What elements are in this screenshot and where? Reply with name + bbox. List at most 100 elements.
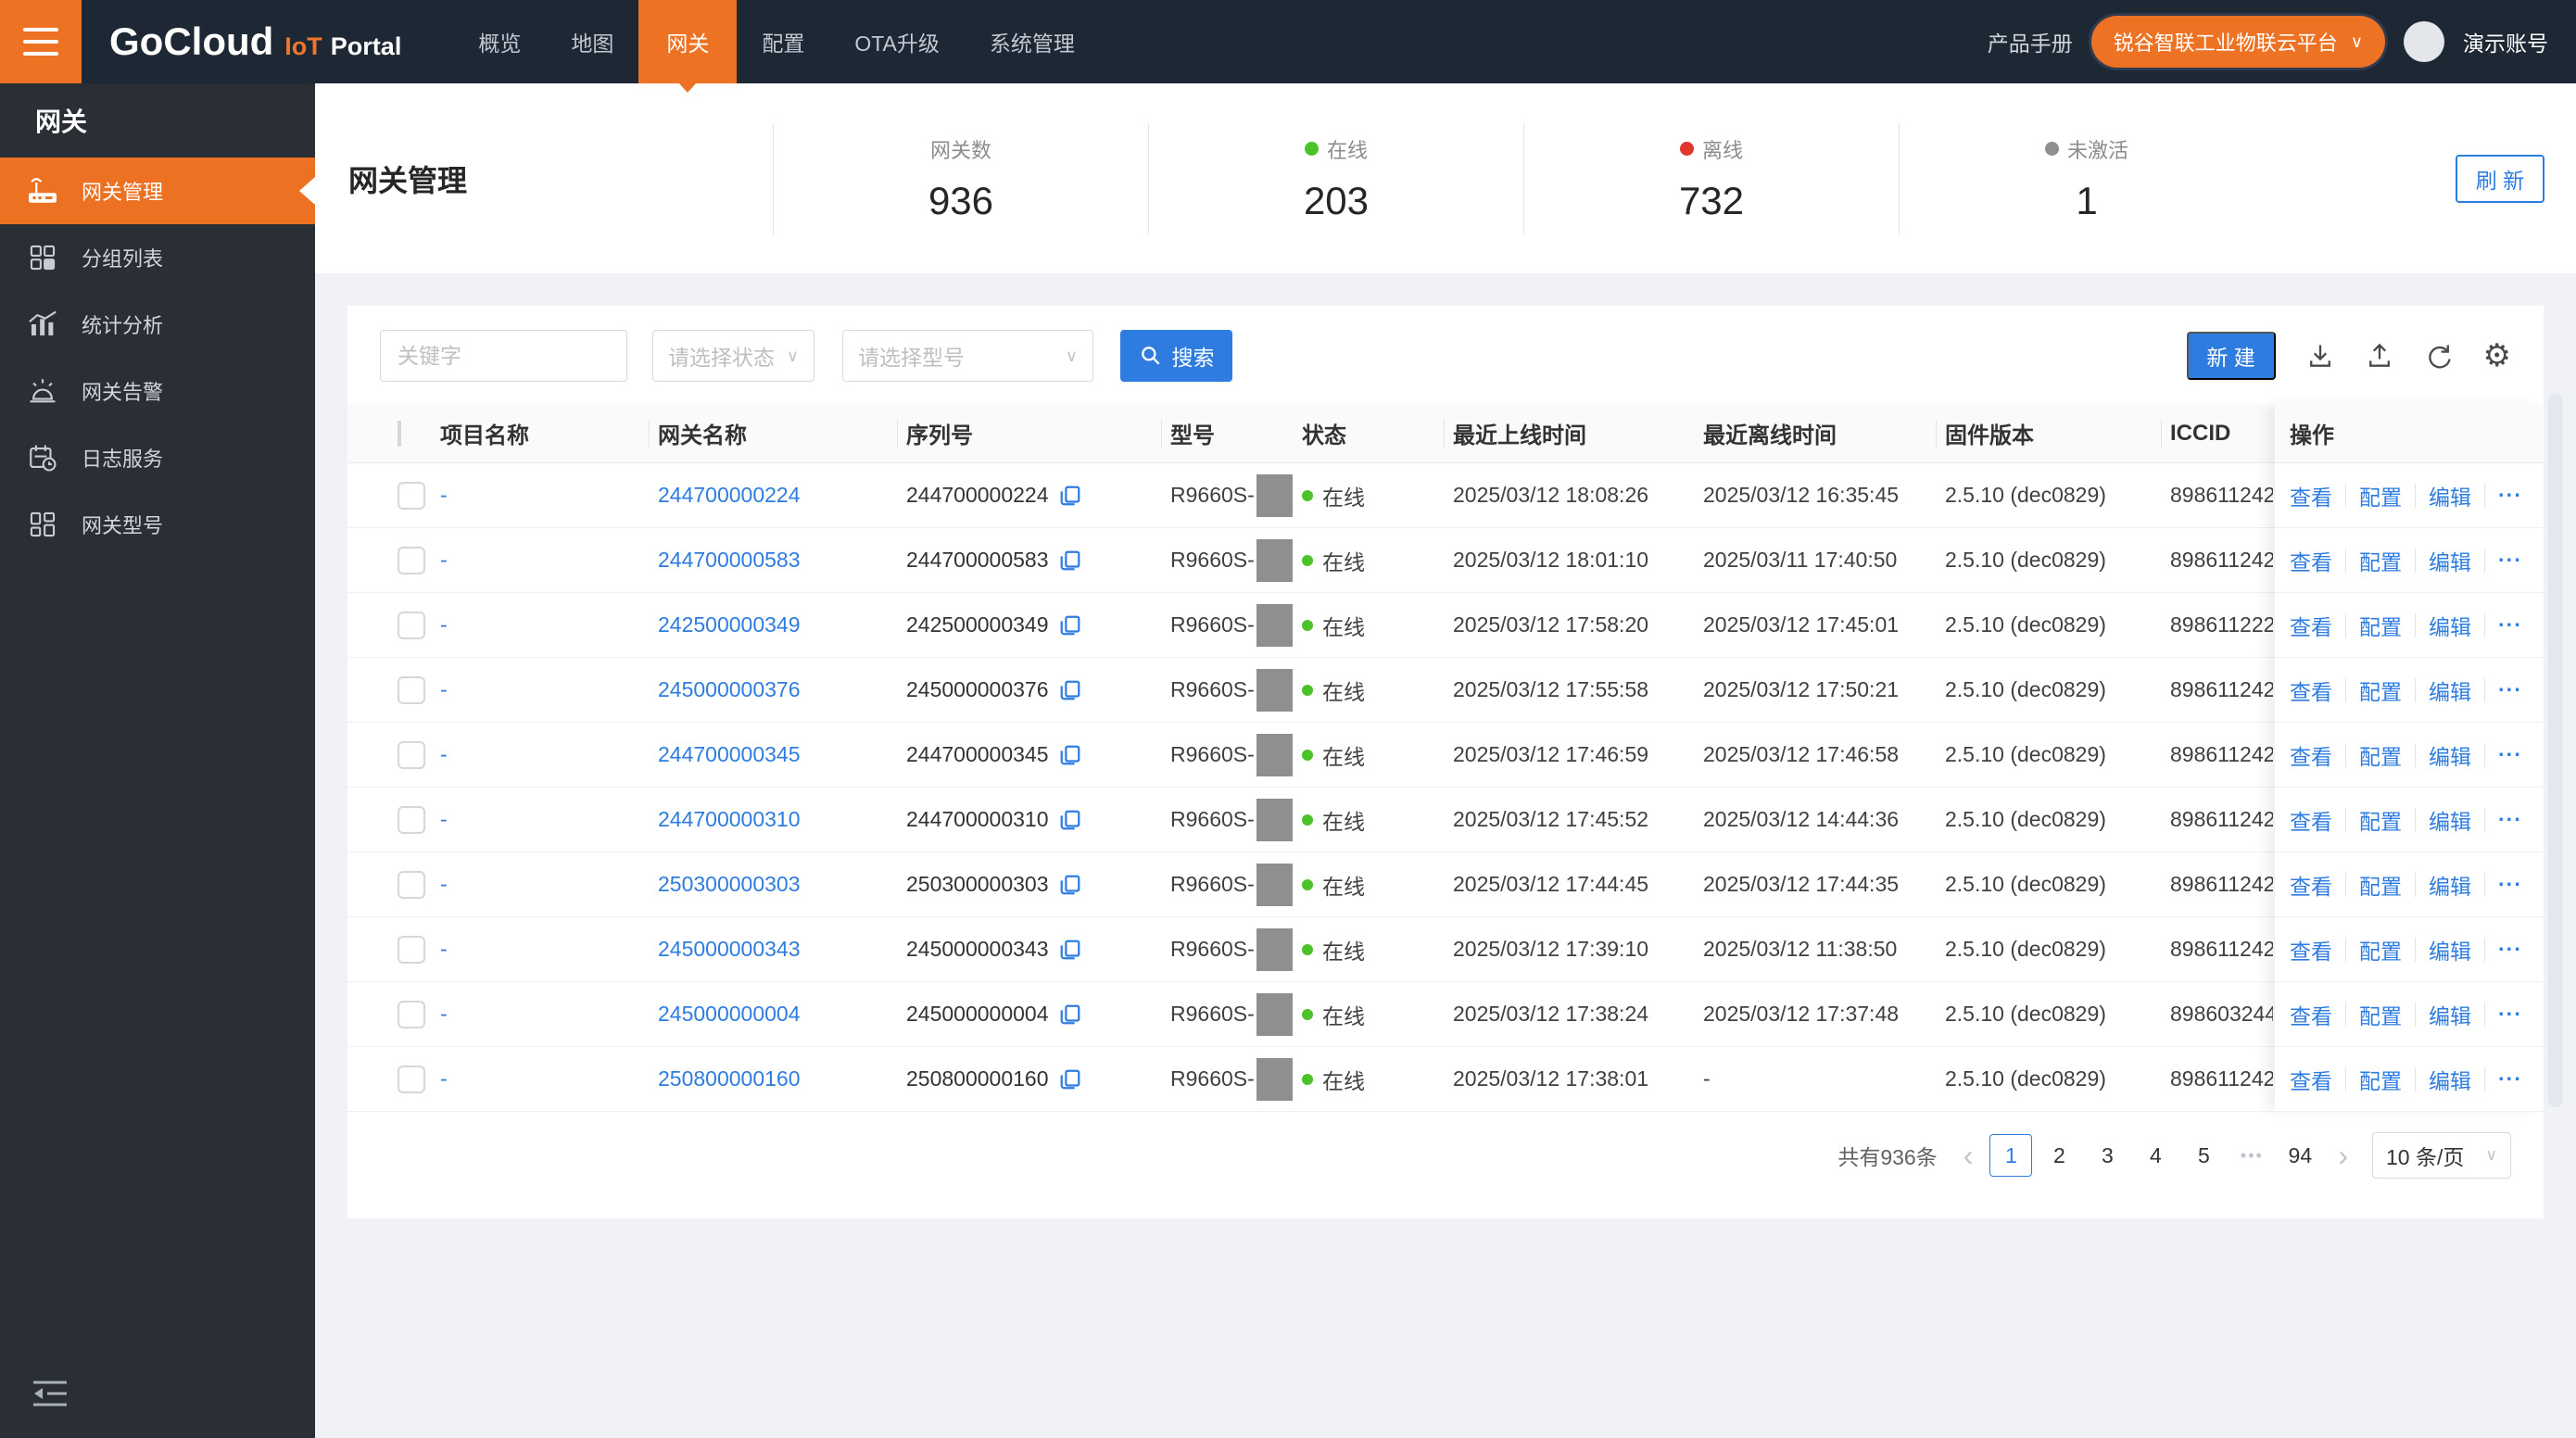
upload-icon[interactable]	[2365, 341, 2394, 371]
copy-icon[interactable]	[1058, 938, 1082, 962]
row-checkbox[interactable]	[398, 1000, 425, 1028]
next-page-icon[interactable]: ›	[2330, 1141, 2355, 1170]
edit-link[interactable]: 编辑	[2429, 869, 2471, 901]
prev-page-icon[interactable]: ‹	[1956, 1141, 1981, 1170]
copy-icon[interactable]	[1058, 1067, 1082, 1091]
row-checkbox[interactable]	[398, 611, 425, 639]
row-checkbox[interactable]	[398, 675, 425, 704]
nav-item-map[interactable]: 地图	[546, 0, 638, 83]
sidebar-item-group-list[interactable]: 分组列表	[0, 224, 315, 291]
nav-item-ota-upgrade[interactable]: OTA升级	[829, 0, 965, 83]
sidebar-collapse-icon[interactable]	[32, 1378, 69, 1414]
more-actions-icon[interactable]: ···	[2498, 1002, 2522, 1027]
gateway-name-link[interactable]: 250800000160	[658, 1066, 801, 1091]
config-link[interactable]: 配置	[2359, 869, 2402, 901]
edit-link[interactable]: 编辑	[2429, 1064, 2471, 1095]
edit-link[interactable]: 编辑	[2429, 610, 2471, 641]
download-icon[interactable]	[2305, 341, 2335, 371]
config-link[interactable]: 配置	[2359, 934, 2402, 965]
sidebar-item-statistics[interactable]: 统计分析	[0, 291, 315, 358]
edit-link[interactable]: 编辑	[2429, 739, 2471, 771]
nav-item-config[interactable]: 配置	[737, 0, 829, 83]
copy-icon[interactable]	[1058, 678, 1082, 702]
page-number[interactable]: 94	[2279, 1134, 2321, 1177]
more-actions-icon[interactable]: ···	[2498, 548, 2522, 573]
page-number[interactable]: 3	[2086, 1134, 2128, 1177]
view-link[interactable]: 查看	[2290, 1064, 2332, 1095]
view-link[interactable]: 查看	[2290, 999, 2332, 1030]
refresh-button[interactable]: 刷 新	[2456, 154, 2544, 203]
edit-link[interactable]: 编辑	[2429, 545, 2471, 576]
status-select[interactable]: 请选择状态 ∨	[652, 330, 814, 382]
platform-selector[interactable]: 锐谷智联工业物联云平台 ∨	[2090, 16, 2385, 68]
config-link[interactable]: 配置	[2359, 999, 2402, 1030]
hamburger-menu-icon[interactable]	[0, 0, 82, 83]
gateway-name-link[interactable]: 245000000004	[658, 1002, 801, 1027]
copy-icon[interactable]	[1058, 873, 1082, 897]
select-all-checkbox[interactable]	[398, 420, 401, 447]
more-actions-icon[interactable]: ···	[2498, 807, 2522, 832]
copy-icon[interactable]	[1058, 549, 1082, 573]
page-number[interactable]: 2	[2038, 1134, 2080, 1177]
gateway-name-link[interactable]: 244700000224	[658, 483, 801, 508]
config-link[interactable]: 配置	[2359, 739, 2402, 771]
view-link[interactable]: 查看	[2290, 869, 2332, 901]
vertical-scrollbar[interactable]	[2548, 394, 2563, 1107]
config-link[interactable]: 配置	[2359, 480, 2402, 511]
page-number[interactable]: 5	[2182, 1134, 2225, 1177]
view-link[interactable]: 查看	[2290, 675, 2332, 706]
config-link[interactable]: 配置	[2359, 1064, 2402, 1095]
copy-icon[interactable]	[1058, 808, 1082, 832]
keyword-input[interactable]	[380, 330, 627, 382]
refresh-icon[interactable]	[2424, 341, 2454, 371]
gateway-name-link[interactable]: 245000000376	[658, 677, 801, 702]
row-checkbox[interactable]	[398, 935, 425, 964]
row-checkbox[interactable]	[398, 1065, 425, 1093]
avatar[interactable]	[2404, 21, 2444, 62]
view-link[interactable]: 查看	[2290, 610, 2332, 641]
sidebar-item-gateway-management[interactable]: 网关管理	[0, 158, 315, 224]
edit-link[interactable]: 编辑	[2429, 480, 2471, 511]
row-checkbox[interactable]	[398, 481, 425, 510]
more-actions-icon[interactable]: ···	[2498, 1066, 2522, 1091]
search-button[interactable]: 搜索	[1120, 330, 1232, 382]
edit-link[interactable]: 编辑	[2429, 934, 2471, 965]
config-link[interactable]: 配置	[2359, 804, 2402, 836]
view-link[interactable]: 查看	[2290, 480, 2332, 511]
more-actions-icon[interactable]: ···	[2498, 872, 2522, 897]
more-actions-icon[interactable]: ···	[2498, 742, 2522, 767]
view-link[interactable]: 查看	[2290, 739, 2332, 771]
gateway-name-link[interactable]: 250300000303	[658, 872, 801, 897]
gateway-name-link[interactable]: 244700000583	[658, 548, 801, 573]
config-link[interactable]: 配置	[2359, 545, 2402, 576]
create-button[interactable]: 新 建	[2186, 332, 2276, 380]
row-checkbox[interactable]	[398, 870, 425, 899]
gateway-name-link[interactable]: 244700000345	[658, 742, 801, 767]
config-link[interactable]: 配置	[2359, 610, 2402, 641]
row-checkbox[interactable]	[398, 546, 425, 574]
view-link[interactable]: 查看	[2290, 934, 2332, 965]
edit-link[interactable]: 编辑	[2429, 675, 2471, 706]
product-manual-link[interactable]: 产品手册	[1988, 26, 2073, 57]
gateway-name-link[interactable]: 244700000310	[658, 807, 801, 832]
copy-icon[interactable]	[1058, 743, 1082, 767]
sidebar-item-gateway-alarm[interactable]: 网关告警	[0, 358, 315, 424]
more-actions-icon[interactable]: ···	[2498, 937, 2522, 962]
row-checkbox[interactable]	[398, 805, 425, 834]
page-number[interactable]: 4	[2134, 1134, 2177, 1177]
nav-item-system-admin[interactable]: 系统管理	[965, 0, 1100, 83]
edit-link[interactable]: 编辑	[2429, 999, 2471, 1030]
sidebar-item-log-service[interactable]: 日志服务	[0, 424, 315, 491]
config-link[interactable]: 配置	[2359, 675, 2402, 706]
sidebar-item-gateway-model[interactable]: 网关型号	[0, 491, 315, 558]
more-actions-icon[interactable]: ···	[2498, 483, 2522, 508]
copy-icon[interactable]	[1058, 1003, 1082, 1027]
edit-link[interactable]: 编辑	[2429, 804, 2471, 836]
row-checkbox[interactable]	[398, 740, 425, 769]
copy-icon[interactable]	[1058, 613, 1082, 637]
model-select[interactable]: 请选择型号 ∨	[842, 330, 1093, 382]
nav-item-gateway[interactable]: 网关	[638, 0, 738, 83]
nav-item-overview[interactable]: 概览	[453, 0, 546, 83]
gateway-name-link[interactable]: 245000000343	[658, 937, 801, 962]
more-actions-icon[interactable]: ···	[2498, 612, 2522, 637]
